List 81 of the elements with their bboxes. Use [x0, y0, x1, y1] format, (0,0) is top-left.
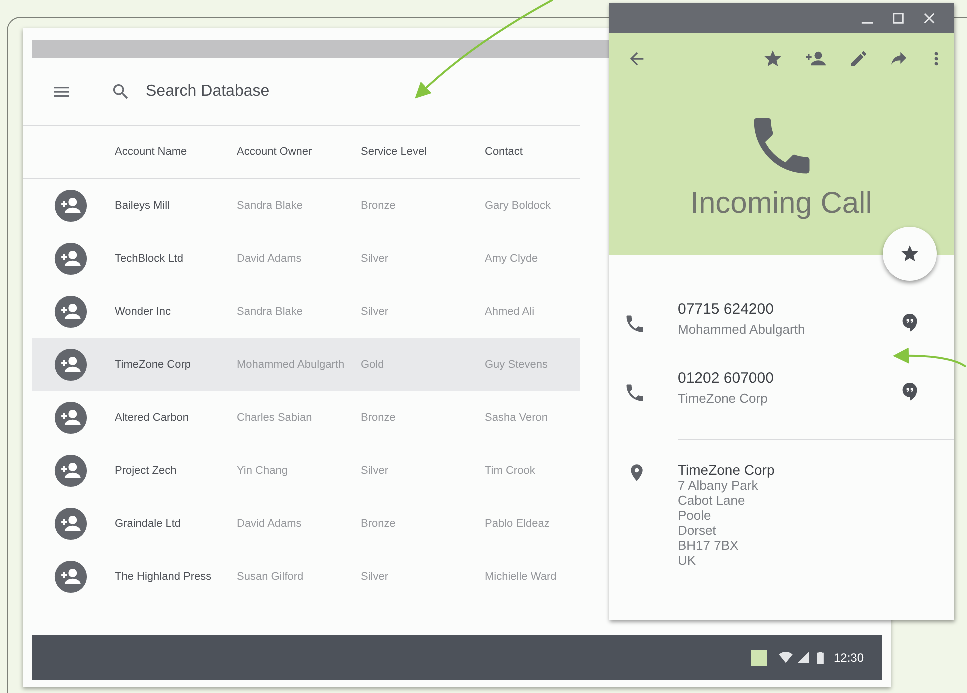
table-cell: The Highland Press — [115, 570, 212, 582]
phone-icon[interactable] — [624, 313, 646, 335]
table-cell: Graindale Ltd — [115, 518, 182, 530]
table-cell: Silver — [361, 570, 389, 582]
maximize-icon[interactable] — [892, 12, 905, 24]
table-cell: Mohammed Abulgarth — [237, 358, 345, 370]
add-person-icon[interactable] — [54, 400, 88, 434]
table-row[interactable]: TechBlock Ltd David Adams Silver Amy Clyde — [32, 232, 580, 285]
table-cell: Silver — [361, 464, 389, 476]
table-cell: Sandra Blake — [237, 306, 304, 318]
phone-number: 01202 607000 — [678, 370, 775, 387]
edit-icon[interactable] — [849, 49, 869, 69]
star-icon[interactable] — [763, 49, 783, 69]
table-cell: Yin Chang — [237, 464, 288, 476]
add-person-icon[interactable] — [54, 560, 88, 594]
add-person-icon[interactable] — [54, 242, 88, 276]
address-line: Cabot Lane — [678, 493, 746, 508]
table-cell: Susan Gilford — [237, 570, 304, 582]
address-line: Poole — [678, 508, 712, 523]
add-person-icon[interactable] — [54, 188, 88, 222]
table-row[interactable]: Project Zech Yin Chang Silver Tim Crook — [32, 444, 580, 497]
table-cell: Sandra Blake — [237, 200, 304, 212]
table-cell: Bronze — [361, 200, 396, 212]
column-header: Account Name — [115, 146, 188, 158]
star-icon — [900, 244, 920, 264]
address-title: TimeZone Corp — [678, 462, 775, 478]
table-cell: Guy Stevens — [485, 358, 548, 370]
table-row[interactable]: Altered Carbon Charles Sabian Bronze Sasha Veron — [32, 391, 580, 444]
table-cell: Gold — [361, 358, 384, 370]
table-cell: Gary Boldock — [485, 200, 552, 212]
phone-number: 07715 624200 — [678, 301, 775, 318]
address-line: Dorset — [678, 523, 718, 538]
table-row[interactable]: Graindale Ltd David Adams Bronze Pablo Eldeaz — [32, 497, 580, 550]
favorite-button[interactable] — [883, 227, 937, 281]
battery-icon — [816, 652, 824, 664]
add-person-icon[interactable] — [54, 506, 88, 540]
table-row[interactable]: Wonder Inc Sandra Blake Silver Ahmed Ali — [32, 285, 580, 338]
search-icon[interactable] — [111, 82, 131, 102]
column-header: Service Level — [361, 146, 428, 158]
table-cell: Sasha Veron — [485, 412, 548, 424]
table-row[interactable]: Baileys Mill Sandra Blake Bronze Gary Boldock — [32, 179, 580, 232]
table-cell: Altered Carbon — [115, 412, 189, 424]
add-person-icon[interactable] — [54, 454, 88, 488]
table-cell: David Adams — [237, 518, 302, 530]
table-cell: Ahmed Ali — [485, 306, 535, 318]
table-cell: Charles Sabian — [237, 412, 312, 424]
phone-icon[interactable] — [624, 382, 646, 404]
table-cell: Pablo Eldeaz — [485, 518, 550, 530]
column-header: Contact — [485, 146, 523, 158]
table-cell: TechBlock Ltd — [115, 252, 184, 264]
table-cell: Silver — [361, 306, 389, 318]
clock: 12:30 — [834, 650, 864, 664]
table-cell: David Adams — [237, 252, 302, 264]
table-cell: Wonder Inc — [115, 306, 172, 318]
wifi-icon — [778, 652, 793, 664]
table-cell: TimeZone Corp — [115, 358, 192, 370]
address-line: BH17 7BX — [678, 538, 740, 553]
column-header: Account Owner — [237, 146, 312, 158]
table-cell: Silver — [361, 252, 389, 264]
close-icon[interactable] — [923, 12, 936, 24]
address-line: UK — [678, 553, 698, 568]
call-title: Incoming Call — [690, 187, 872, 221]
quote-bubble-icon[interactable] — [901, 382, 919, 402]
add-person-icon[interactable] — [54, 294, 88, 328]
table-cell: Bronze — [361, 412, 396, 424]
contact-name: Mohammed Abulgarth — [678, 322, 806, 337]
table-cell: Tim Crook — [485, 464, 536, 476]
table-cell: Bronze — [361, 518, 396, 530]
contact-name: TimeZone Corp — [678, 391, 769, 406]
address-line: 7 Albany Park — [678, 478, 760, 493]
table-row[interactable]: The Highland Press Susan Gilford Silver Michielle Ward — [32, 550, 580, 603]
quote-bubble-icon[interactable] — [901, 313, 919, 333]
search-field[interactable]: Search Database — [146, 82, 346, 100]
add-person-icon[interactable] — [54, 348, 88, 382]
table-cell: Amy Clyde — [485, 252, 538, 264]
table-row[interactable]: TimeZone Corp Mohammed Abulgarth Gold Guy Stevens — [32, 338, 580, 391]
app-indicator-icon[interactable] — [750, 650, 767, 666]
table-cell: Michielle Ward — [485, 570, 557, 582]
table-cell: Baileys Mill — [115, 200, 170, 212]
table-cell: Project Zech — [115, 464, 177, 476]
signal-icon — [796, 652, 811, 664]
